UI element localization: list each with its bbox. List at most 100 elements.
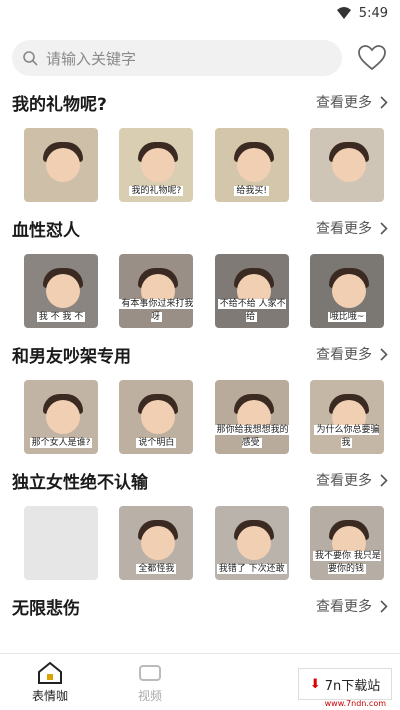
thumbnail-row: 我的礼物呢? 给我买! (12, 128, 388, 202)
view-more-link[interactable]: 查看更多 (316, 92, 388, 112)
sticker-thumbnail[interactable]: 为什么你总要骗我 (309, 380, 384, 454)
sticker-thumbnail[interactable]: 那个女人是谁? (24, 380, 98, 454)
sticker-caption-text: 给我买! (234, 186, 269, 196)
sticker-thumbnail[interactable]: 我不要你 我只是要你的钱 (309, 506, 384, 580)
child-face (331, 148, 366, 182)
child-face (331, 274, 366, 308)
search-row: 请输入关键字 (0, 26, 400, 76)
status-time: 5:49 (358, 5, 388, 21)
view-more-label: 查看更多 (316, 473, 372, 489)
sticker-caption: 为什么你总要骗我 (310, 422, 384, 448)
sticker-caption-text: 我错了 下次还敢 (216, 564, 287, 574)
view-more-link[interactable]: 查看更多 (316, 596, 388, 616)
sticker-thumbnail[interactable]: 不给不给 人家不给 (214, 254, 289, 328)
heart-icon (358, 45, 386, 71)
section: 和男友吵架专用 查看更多那个女人是谁? 说个明白 那你给我想想我的感受 为什么你总要骗我 (0, 328, 400, 454)
thumbnail-row: 那个女人是谁? 说个明白 那你给我想想我的感受 为什么你总要骗我 (12, 380, 388, 454)
section-title: 和男友吵架专用 (12, 346, 131, 367)
sticker-thumbnail[interactable] (24, 128, 98, 202)
sticker-thumbnail[interactable]: 说个明白 (119, 380, 194, 454)
sticker-caption-text: 有本事你过来打我呀 (119, 299, 194, 322)
section-header: 血性怼人 查看更多 (12, 202, 388, 254)
view-more-link[interactable]: 查看更多 (316, 344, 388, 364)
nav-video[interactable]: 视频 (100, 654, 200, 710)
search-input[interactable]: 请输入关键字 (12, 40, 342, 76)
sticker-caption: 我 不 我 不 (24, 309, 98, 322)
chevron-right-icon (380, 95, 388, 109)
section-title: 独立女性绝不认输 (12, 472, 148, 493)
favorites-button[interactable] (356, 42, 388, 74)
status-bar: 5:49 (0, 0, 400, 26)
sticker-caption: 那你给我想想我的感受 (214, 422, 289, 448)
sticker-caption-text: 为什么你总要骗我 (314, 425, 380, 448)
sticker-caption: 我不要你 我只是要你的钱 (310, 548, 384, 574)
nav-home-label: 表情咖 (31, 688, 68, 703)
child-face (141, 148, 176, 182)
view-more-link[interactable]: 查看更多 (316, 218, 388, 238)
sticker-thumbnail[interactable]: 我的礼物呢? (119, 128, 194, 202)
sticker-thumbnail[interactable]: 有本事你过来打我呀 (119, 254, 194, 328)
section-header: 无限悲伤 查看更多 (12, 580, 388, 632)
watermark-url: www.7ndn.com (324, 699, 386, 708)
thumbnail-row: 我 不 我 不 有本事你过来打我呀 不给不给 人家不给哦比哦~ (12, 254, 388, 328)
sticker-thumbnail[interactable]: 哦比哦~ (309, 254, 384, 328)
search-icon (23, 51, 38, 66)
section-title: 无限悲伤 (12, 598, 80, 619)
child-face (46, 274, 80, 308)
child-face (46, 400, 80, 434)
nav-video-label: 视频 (137, 688, 162, 703)
sticker-thumbnail[interactable]: 全都怪我 (119, 506, 194, 580)
sticker-caption: 我错了 下次还敢 (215, 561, 289, 574)
download-icon: ⬇ (309, 676, 321, 692)
watermark-badge: ⬇ 7n下载站 (298, 668, 392, 700)
section-header: 我的礼物呢? 查看更多 (12, 76, 388, 128)
thumbnail-row: 全都怪我 我错了 下次还敢 我不要你 我只是要你的钱 (12, 506, 388, 580)
sticker-caption-text: 那你给我想想我的感受 (214, 425, 289, 448)
sticker-caption-text: 全都怪我 (136, 564, 177, 574)
section-title: 我的礼物呢? (12, 94, 107, 115)
view-more-label: 查看更多 (316, 95, 372, 111)
section: 无限悲伤 查看更多 (0, 580, 400, 632)
nav-home[interactable]: 表情咖 (0, 654, 100, 710)
child-face (236, 148, 271, 182)
wifi-icon (336, 7, 351, 19)
home-icon (38, 661, 62, 684)
section-title: 血性怼人 (12, 220, 80, 241)
chevron-right-icon (380, 473, 388, 487)
sticker-thumbnail[interactable]: 给我买! (214, 128, 289, 202)
search-placeholder: 请输入关键字 (46, 49, 137, 68)
sticker-caption-text: 我的礼物呢? (129, 186, 184, 196)
view-more-link[interactable]: 查看更多 (316, 470, 388, 490)
sticker-caption: 不给不给 人家不给 (215, 296, 289, 322)
sticker-caption-text: 我 不 我 不 (36, 312, 86, 322)
sticker-caption: 说个明白 (119, 435, 193, 448)
sticker-caption-text: 我不要你 我只是要你的钱 (313, 551, 381, 574)
chevron-right-icon (380, 347, 388, 361)
sticker-caption: 我的礼物呢? (119, 183, 193, 196)
sticker-caption-text: 哦比哦~ (327, 312, 367, 322)
sticker-thumbnail[interactable] (309, 128, 384, 202)
sticker-caption: 有本事你过来打我呀 (119, 296, 194, 322)
section: 我的礼物呢? 查看更多 我的礼物呢? 给我买! (0, 76, 400, 202)
child-face (236, 526, 271, 560)
section-header: 独立女性绝不认输 查看更多 (12, 454, 388, 506)
sticker-thumbnail[interactable]: 我错了 下次还敢 (214, 506, 289, 580)
sticker-thumbnail[interactable]: 我 不 我 不 (24, 254, 98, 328)
chevron-right-icon (380, 221, 388, 235)
view-more-label: 查看更多 (316, 221, 372, 237)
sticker-caption: 给我买! (215, 183, 289, 196)
sections-list: 我的礼物呢? 查看更多 我的礼物呢? 给我买! 血性怼人 查看更多我 不 我 不有本事你过… (0, 76, 400, 632)
sticker-caption: 全都怪我 (119, 561, 193, 574)
sticker-caption-text: 说个明白 (136, 438, 177, 448)
child-face (46, 148, 80, 182)
view-more-label: 查看更多 (316, 599, 372, 615)
sticker-thumbnail[interactable] (24, 506, 98, 580)
section: 独立女性绝不认输 查看更多全都怪我 我错了 下次还敢 我不要你 我只是要你的钱 (0, 454, 400, 580)
child-face (141, 400, 176, 434)
section-header: 和男友吵架专用 查看更多 (12, 328, 388, 380)
chevron-right-icon (380, 599, 388, 613)
sticker-caption: 那个女人是谁? (24, 435, 98, 448)
sticker-caption-text: 不给不给 人家不给 (217, 299, 286, 322)
sticker-thumbnail[interactable]: 那你给我想想我的感受 (214, 380, 289, 454)
watermark-brand: 7n下载站 (324, 678, 381, 694)
